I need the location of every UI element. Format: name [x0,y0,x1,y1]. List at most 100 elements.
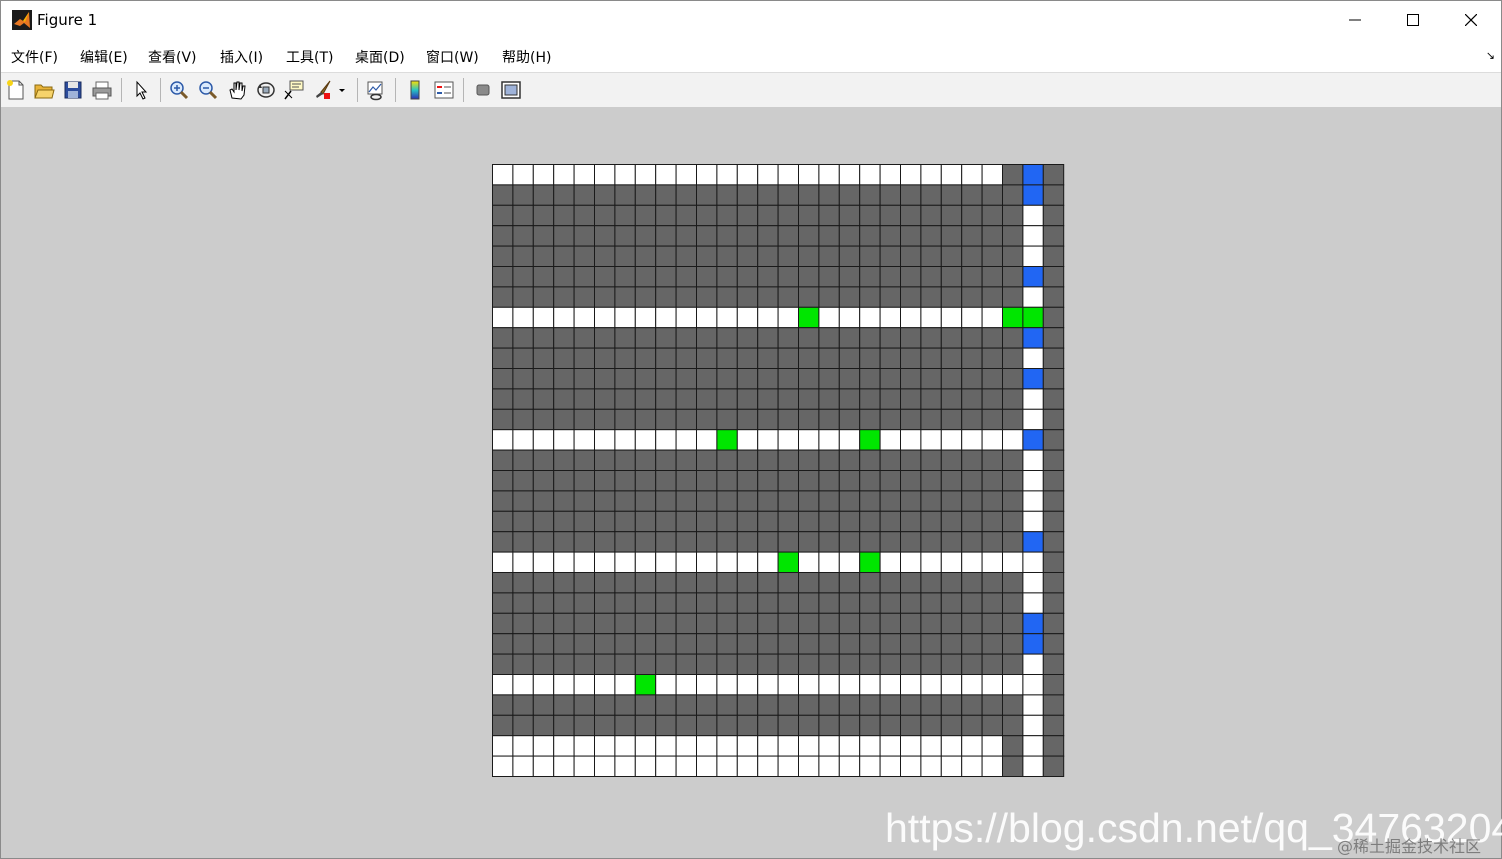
grid-cell-shelf [634,408,657,431]
menu-help[interactable]: 帮助(H) [502,47,551,67]
minimize-button[interactable] [1326,1,1384,39]
grid-cell-shelf [818,572,840,594]
figure-canvas[interactable]: https://blog.csdn.net/qq_34763204 @稀土掘金技… [1,107,1502,858]
grid-cell-aisle [920,674,942,696]
menu-edit[interactable]: 编辑(E) [80,47,128,67]
grid-cell-shelf [981,449,1004,472]
grid-cell-shelf [920,245,942,267]
grid-cell-aisle [553,755,575,777]
grid-cell-shelf [920,286,942,308]
brush-icon[interactable] [312,79,334,101]
grid-cell-shelf [757,612,779,635]
title-bar[interactable]: Figure 1 [1,1,1501,39]
grid-cell-shelf [696,531,718,553]
grid-cell-shelf [512,653,534,676]
grid-cell-aisle [1022,714,1044,737]
menu-desktop[interactable]: 桌面(D) [355,47,405,67]
maximize-button[interactable] [1384,1,1442,39]
zoom-in-icon[interactable] [168,79,190,101]
close-button[interactable] [1442,1,1500,39]
grid-cell-path [1022,612,1044,635]
grid-cell-shelf [757,531,779,553]
hide-plot-tools-icon[interactable] [472,79,494,101]
grid-cell-aisle [961,164,983,186]
insert-colorbar-icon[interactable] [404,79,426,101]
grid-cell-aisle [900,755,922,777]
grid-cell-aisle [655,306,677,329]
grid-cell-aisle [512,306,534,329]
grid-cell-shelf [859,714,881,737]
grid-cell-shelf [757,449,779,472]
zoom-out-icon[interactable] [197,79,219,101]
grid-cell-aisle [716,306,738,329]
grid-cell-shelf [655,592,677,614]
menu-file[interactable]: 文件(F) [11,47,58,67]
grid-cell-aisle [900,164,922,186]
grid-cell-shelf [838,266,861,288]
toolbar-separator [463,78,464,102]
menu-view[interactable]: 查看(V) [148,47,197,67]
warehouse-grid[interactable] [492,164,1065,778]
grid-cell-shelf [961,286,983,308]
grid-cell-shelf [777,408,800,431]
grid-cell-aisle [961,551,983,574]
grid-cell-shelf [573,388,595,410]
grid-cell-shelf [532,490,555,512]
grid-cell-shelf [634,612,657,635]
grid-cell-shelf [981,368,1004,390]
grid-cell-shelf [981,612,1004,635]
grid-cell-shelf [900,204,922,227]
menu-window[interactable]: 窗口(W) [426,47,479,67]
grid-cell-shelf [818,490,840,512]
grid-cell-shelf [859,449,881,472]
save-icon[interactable] [62,79,84,101]
grid-cell-shelf [981,266,1004,288]
grid-cell-shelf [961,490,983,512]
data-cursor-icon[interactable] [283,79,305,101]
grid-cell-aisle [981,674,1004,696]
print-icon[interactable] [91,79,113,101]
brush-dropdown-icon[interactable] [337,79,347,101]
grid-cell-shelf [492,388,514,410]
grid-cell-shelf [859,653,881,676]
insert-legend-icon[interactable] [433,79,455,101]
rotate-3d-icon[interactable] [255,79,277,101]
grid-cell-shelf [920,531,942,553]
grid-cell-shelf [1002,449,1024,472]
grid-cell-shelf [777,633,800,655]
grid-cell-shelf [777,204,800,227]
grid-cell-shelf [961,510,983,533]
grid-cell-shelf [594,470,616,492]
grid-cell-shelf [777,694,800,716]
grid-cell-aisle [940,429,963,451]
grid-cell-aisle [594,735,616,757]
menu-insert[interactable]: 插入(I) [220,47,263,67]
grid-cell-shelf [981,572,1004,594]
grid-cell-shelf [614,490,636,512]
show-plot-tools-icon[interactable] [500,79,522,101]
grid-cell-shelf [696,612,718,635]
menu-tools[interactable]: 工具(T) [286,47,333,67]
grid-cell-shelf [634,286,657,308]
grid-cell-shelf [838,653,861,676]
grid-cell-shelf [818,592,840,614]
dock-arrow-icon[interactable]: ↘ [1486,49,1495,62]
grid-cell-shelf [920,266,942,288]
grid-cell-shelf [879,653,902,676]
open-file-icon[interactable] [33,79,55,101]
grid-cell-aisle [777,735,800,757]
new-figure-icon[interactable] [5,79,27,101]
grid-cell-aisle [594,755,616,777]
grid-cell-shelf [859,612,881,635]
grid-cell-shelf [594,633,616,655]
grid-cell-shelf [675,388,698,410]
grid-cell-aisle [920,735,942,757]
grid-cell-aisle [573,551,595,574]
grid-cell-shelf [757,694,779,716]
pan-hand-icon[interactable] [226,79,248,101]
select-pointer-icon[interactable] [131,79,153,101]
grid-cell-robot [716,429,738,451]
grid-cell-shelf [961,633,983,655]
grid-cell-shelf [961,449,983,472]
link-plot-icon[interactable] [365,79,387,101]
